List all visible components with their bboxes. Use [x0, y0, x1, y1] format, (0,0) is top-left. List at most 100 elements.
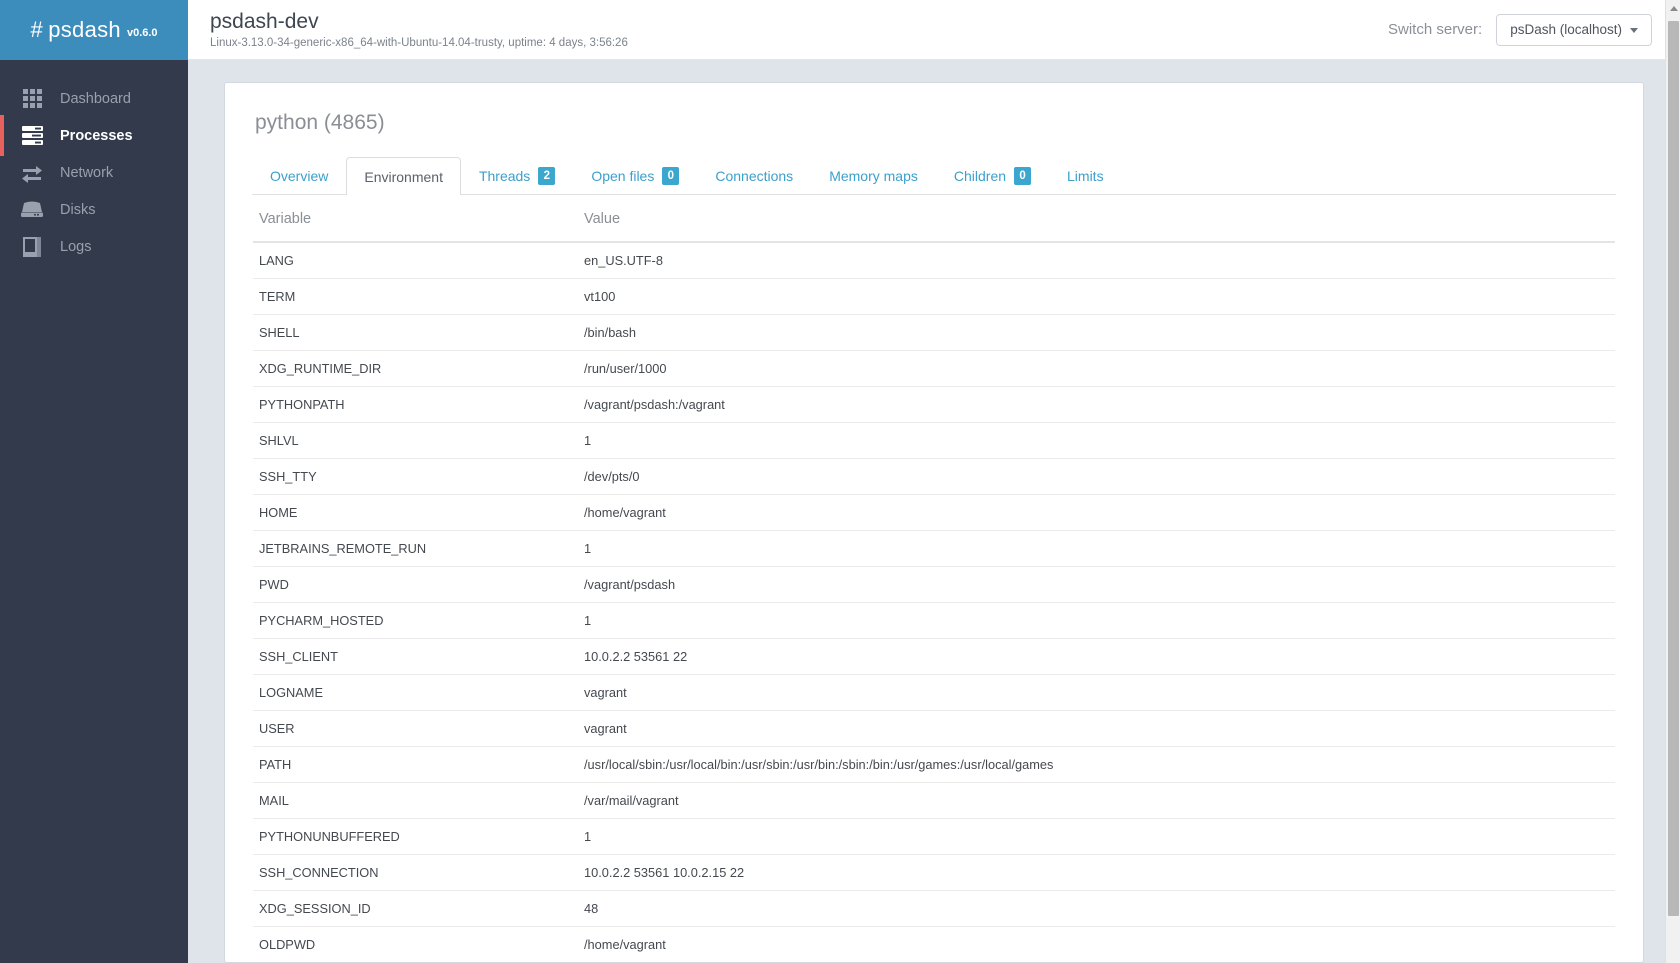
triangle-up-icon [1669, 6, 1678, 11]
tab-badge-open-files: 0 [662, 167, 680, 185]
table-row: TERM vt100 [253, 278, 1615, 315]
cell-variable: LANG [253, 242, 578, 279]
table-row: LOGNAME vagrant [253, 674, 1615, 711]
server-rack-icon [20, 126, 44, 146]
cell-value: en_US.UTF-8 [578, 242, 1615, 279]
server-select-value: psDash (localhost) [1510, 22, 1622, 37]
system-info: Linux-3.13.0-34-generic-x86_64-with-Ubun… [210, 37, 628, 50]
sidebar-item-processes[interactable]: Processes [0, 115, 188, 156]
cell-value: 10.0.2.2 53561 10.0.2.15 22 [578, 854, 1615, 891]
process-tabs: Overview Environment Threads 2 Open file… [252, 157, 1616, 195]
table-row: XDG_RUNTIME_DIR/run/user/1000 [253, 350, 1615, 387]
tab-badge-children: 0 [1014, 167, 1032, 185]
tab-label: Environment [364, 168, 443, 185]
app-root: # psdash v0.6.0 Dashboard Processes Netw… [0, 0, 1680, 963]
main-area: psdash-dev Linux-3.13.0-34-generic-x86_6… [188, 0, 1680, 963]
tab-label: Open files [591, 168, 655, 184]
column-header-value: Value [578, 195, 1615, 243]
tab-threads[interactable]: Threads 2 [461, 157, 573, 194]
cell-value: 1 [578, 530, 1615, 567]
cell-variable: SSH_CLIENT [253, 638, 578, 675]
brand-version: v0.6.0 [126, 27, 158, 39]
cell-variable: JETBRAINS_REMOTE_RUN [253, 530, 578, 567]
environment-table: Variable Value LANG en_US.UTF-8 TERM vt100 S… [253, 195, 1615, 962]
scroll-up-arrow-icon[interactable] [1666, 0, 1680, 17]
cell-value: /run/user/1000 [578, 350, 1615, 387]
sidebar-item-label: Dashboard [60, 90, 131, 107]
tab-limits[interactable]: Limits [1049, 157, 1122, 194]
table-row: JETBRAINS_REMOTE_RUN 1 [253, 530, 1615, 567]
sidebar-item-dashboard[interactable]: Dashboard [0, 80, 188, 117]
table-row: HOME/home/vagrant [253, 494, 1615, 531]
cell-variable: USER [253, 710, 578, 747]
cell-value: vagrant [578, 674, 1615, 711]
server-switcher: Switch server: psDash (localhost) [1388, 13, 1662, 46]
cell-value: 1 [578, 422, 1615, 459]
content-area: python (4865) Overview Environment Threa… [188, 60, 1680, 963]
sidebar-item-network[interactable]: Network [0, 154, 188, 191]
tab-label: Connections [715, 168, 794, 184]
cell-variable: SHLVL [253, 422, 578, 459]
sidebar-item-label: Processes [60, 127, 133, 144]
topbar: psdash-dev Linux-3.13.0-34-generic-x86_6… [188, 0, 1680, 60]
tab-label: Overview [270, 168, 329, 184]
cell-variable: PWD [253, 566, 578, 603]
sidebar-item-disks[interactable]: Disks [0, 191, 188, 228]
table-row: SSH_TTY/dev/pts/0 [253, 458, 1615, 495]
tab-label: Children [953, 168, 1007, 184]
brand-logo[interactable]: # psdash v0.6.0 [0, 0, 188, 60]
scrollbar-thumb[interactable] [1668, 21, 1679, 916]
cell-value: /vagrant/psdash [578, 566, 1615, 603]
host-info: psdash-dev Linux-3.13.0-34-generic-x86_6… [210, 10, 628, 49]
cell-value: vt100 [578, 278, 1615, 315]
cell-variable: SHELL [253, 314, 578, 351]
cell-variable: TERM [253, 278, 578, 315]
chevron-down-icon [1630, 28, 1638, 33]
sidebar-item-label: Disks [60, 201, 96, 218]
table-row: PYCHARM_HOSTED 1 [253, 602, 1615, 639]
cell-variable: LOGNAME [253, 674, 578, 711]
hard-drive-icon [20, 200, 44, 220]
cell-value: vagrant [578, 710, 1615, 747]
cell-value: 10.0.2.2 53561 22 [578, 638, 1615, 675]
tab-label: Threads [478, 168, 531, 184]
hash-icon: # [30, 17, 44, 42]
cell-value: 48 [578, 890, 1615, 927]
page-title: psdash-dev [210, 9, 319, 33]
table-row: MAIL/var/mail/vagrant [253, 782, 1615, 819]
cell-value: /usr/local/sbin:/usr/local/bin:/usr/sbin… [578, 746, 1615, 783]
tab-environment[interactable]: Environment [346, 157, 461, 195]
tab-memory-maps[interactable]: Memory maps [811, 157, 936, 194]
brand-name: psdash [48, 17, 121, 42]
tab-label: Limits [1067, 168, 1104, 184]
table-row: XDG_SESSION_ID 48 [253, 890, 1615, 927]
column-header-variable: Variable [253, 195, 578, 243]
table-row: SSH_CONNECTION 10.0.2.2 53561 10.0.2.15 2… [253, 854, 1615, 891]
page-scrollbar[interactable] [1665, 0, 1680, 963]
cell-variable: XDG_RUNTIME_DIR [253, 350, 578, 387]
server-select[interactable]: psDash (localhost) [1496, 13, 1652, 46]
tab-children[interactable]: Children 0 [936, 157, 1049, 194]
cell-value: /home/vagrant [578, 926, 1615, 962]
table-header-row: Variable Value [253, 195, 1615, 243]
table-row: USER vagrant [253, 710, 1615, 747]
sidebar-nav: Dashboard Processes Network Disks Logs [0, 60, 188, 265]
cell-variable: PYTHONUNBUFFERED [253, 818, 578, 855]
table-head: Variable Value [253, 195, 1615, 243]
cell-variable: PYTHONPATH [253, 386, 578, 423]
cell-variable: SSH_TTY [253, 458, 578, 495]
sidebar-item-logs[interactable]: Logs [0, 228, 188, 265]
cell-variable: PATH [253, 746, 578, 783]
cell-variable: MAIL [253, 782, 578, 819]
table-row: PYTHONPATH/vagrant/psdash:/vagrant [253, 386, 1615, 423]
tab-connections[interactable]: Connections [697, 157, 811, 194]
tab-open-files[interactable]: Open files 0 [573, 157, 697, 194]
table-row: OLDPWD/home/vagrant [253, 926, 1615, 962]
tab-overview[interactable]: Overview [252, 157, 346, 194]
cell-value: /dev/pts/0 [578, 458, 1615, 495]
sidebar-item-label: Network [60, 164, 114, 181]
cell-value: 1 [578, 602, 1615, 639]
cell-value: /bin/bash [578, 314, 1615, 351]
table-row: PYTHONUNBUFFERED 1 [253, 818, 1615, 855]
sidebar-item-label: Logs [60, 238, 92, 255]
